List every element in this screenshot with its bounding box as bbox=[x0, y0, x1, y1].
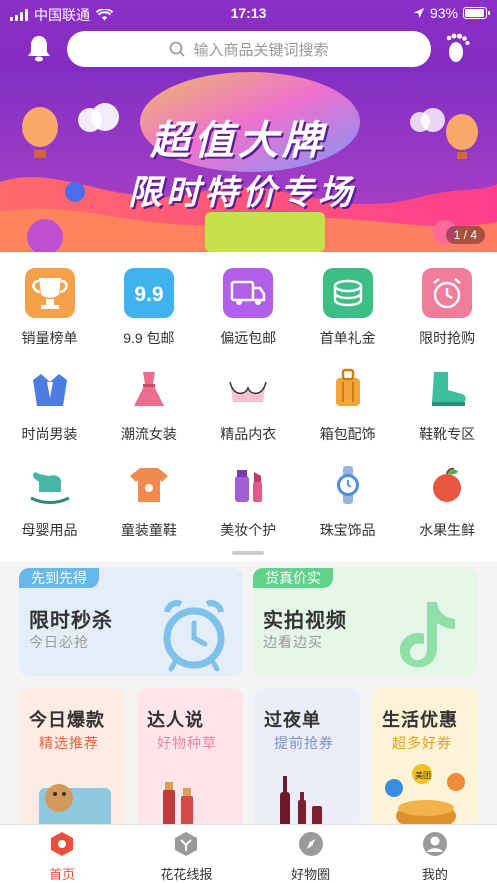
tab-home[interactable]: 首页 bbox=[0, 825, 124, 883]
card-illustration bbox=[385, 764, 465, 828]
cosmetics-icon bbox=[223, 460, 273, 510]
nine-nine-icon: 9.9 bbox=[123, 268, 174, 318]
luggage-icon bbox=[323, 364, 373, 414]
flash-sale-title: 限时秒杀 bbox=[29, 610, 113, 632]
alarm-clock-icon bbox=[422, 268, 473, 318]
footprint-icon[interactable] bbox=[444, 32, 472, 64]
category-label: 童装童鞋 bbox=[120, 522, 177, 538]
banner-pager: 1 / 4 bbox=[445, 226, 485, 244]
category-grid: 销量榜单 9.9 9.9 包邮 偏远包邮 首单礼金 限时抢购时尚男装 潮流女装 精品内衣 箱包配… bbox=[0, 252, 497, 562]
tab-home-label: 首页 bbox=[49, 867, 76, 882]
live-video-title: 实拍视频 bbox=[263, 610, 347, 632]
category-item[interactable]: 美妆个护 bbox=[199, 460, 298, 540]
battery-icon bbox=[463, 7, 490, 19]
watch-icon bbox=[323, 460, 373, 510]
category-label: 鞋靴专区 bbox=[419, 426, 476, 442]
category-label: 时尚男装 bbox=[21, 426, 78, 442]
category-item[interactable]: 珠宝饰品 bbox=[298, 460, 397, 540]
overnight-card[interactable]: 过夜单 提前抢券 bbox=[254, 688, 360, 828]
tab-flower-news[interactable]: 花花线报 bbox=[124, 825, 248, 883]
category-item[interactable]: 潮流女装 bbox=[99, 364, 198, 444]
bottom-tab-bar: 首页 花花线报 好物圈 我的 bbox=[0, 824, 497, 883]
meituan-logo: 美团 bbox=[415, 771, 431, 780]
profile-icon bbox=[422, 832, 447, 856]
category-item[interactable]: 9.9 9.9 包邮 bbox=[99, 268, 198, 348]
flash-sale-tag: 先到先得 bbox=[19, 568, 99, 588]
search-placeholder: 输入商品关键词搜索 bbox=[193, 41, 329, 59]
category-label: 限时抢购 bbox=[419, 330, 476, 346]
card-illustration bbox=[163, 782, 193, 828]
search-input[interactable]: 输入商品关键词搜索 bbox=[67, 31, 431, 67]
category-label: 箱包配饰 bbox=[319, 426, 376, 442]
category-label: 母婴用品 bbox=[21, 522, 78, 538]
bra-icon bbox=[223, 364, 273, 414]
svg-text:9.9: 9.9 bbox=[134, 283, 163, 306]
category-item[interactable]: 时尚男装 bbox=[0, 364, 99, 444]
truck-icon bbox=[223, 268, 274, 318]
baby-clothes-icon bbox=[124, 460, 174, 510]
category-label: 美妆个护 bbox=[220, 522, 277, 538]
trophy-icon bbox=[24, 268, 75, 318]
category-item[interactable]: 母婴用品 bbox=[0, 460, 99, 540]
category-label: 潮流女装 bbox=[120, 426, 177, 442]
category-label: 9.9 包邮 bbox=[123, 330, 175, 346]
suit-icon bbox=[25, 364, 75, 414]
tab-mine-label: 我的 bbox=[421, 867, 448, 882]
banner-subtitle: 限时特价专场 bbox=[128, 174, 356, 212]
banner-title: 超值大牌 bbox=[150, 119, 326, 163]
alarm-clock-icon bbox=[163, 600, 225, 672]
search-icon bbox=[170, 41, 186, 57]
category-label: 珠宝饰品 bbox=[319, 522, 376, 538]
grid-page-indicator bbox=[232, 551, 264, 555]
category-label: 销量榜单 bbox=[21, 330, 78, 346]
tab-flower-news-label: 花花线报 bbox=[160, 867, 213, 882]
video-note-icon bbox=[399, 602, 455, 668]
status-bar: 中国联通 17:13 93% bbox=[0, 0, 497, 26]
compass-icon bbox=[298, 832, 323, 856]
live-video-tag: 货真价实 bbox=[253, 568, 333, 588]
category-label: 偏远包邮 bbox=[220, 330, 277, 346]
category-item[interactable]: 精品内衣 bbox=[199, 364, 298, 444]
dress-icon bbox=[124, 364, 174, 414]
location-arrow-icon bbox=[413, 8, 424, 18]
rocking-horse-icon bbox=[25, 460, 75, 510]
flower-icon bbox=[175, 832, 198, 856]
card-illustration bbox=[280, 776, 322, 828]
category-item[interactable]: 鞋靴专区 bbox=[398, 364, 497, 444]
category-item[interactable]: 销量榜单 bbox=[0, 268, 99, 348]
boot-icon bbox=[422, 364, 472, 414]
expert-says-card[interactable]: 达人说 好物种草 bbox=[137, 688, 243, 828]
home-icon bbox=[51, 832, 74, 856]
category-item[interactable]: 水果生鲜 bbox=[398, 460, 497, 540]
live-video-card[interactable]: 货真价实 实拍视频 边看边买 bbox=[253, 568, 477, 676]
category-item[interactable]: 箱包配饰 bbox=[298, 364, 397, 444]
card-illustration bbox=[39, 784, 111, 828]
live-video-subtitle: 边看边买 bbox=[263, 634, 323, 650]
category-label: 精品内衣 bbox=[220, 426, 277, 442]
flash-sale-card[interactable]: 先到先得 限时秒杀 今日必抢 bbox=[19, 568, 243, 676]
flash-sale-subtitle: 今日必抢 bbox=[29, 634, 89, 650]
category-item[interactable]: 偏远包邮 bbox=[199, 268, 298, 348]
category-item[interactable]: 限时抢购 bbox=[398, 268, 497, 348]
apple-icon bbox=[422, 460, 472, 510]
battery-percent: 93% bbox=[429, 5, 458, 21]
coins-icon bbox=[322, 268, 373, 318]
hot-today-card[interactable]: 今日爆款 精选推荐 bbox=[19, 688, 125, 828]
category-label: 水果生鲜 bbox=[419, 522, 476, 538]
tab-mine[interactable]: 我的 bbox=[373, 825, 497, 883]
category-item[interactable]: 童装童鞋 bbox=[99, 460, 198, 540]
category-label: 首单礼金 bbox=[319, 330, 376, 346]
tab-good-circle-label: 好物圈 bbox=[291, 867, 331, 882]
bell-icon[interactable] bbox=[26, 34, 52, 62]
life-deals-card[interactable]: 生活优惠 超多好券 美团 bbox=[372, 688, 478, 828]
tab-good-circle[interactable]: 好物圈 bbox=[249, 825, 373, 883]
category-item[interactable]: 首单礼金 bbox=[298, 268, 397, 348]
